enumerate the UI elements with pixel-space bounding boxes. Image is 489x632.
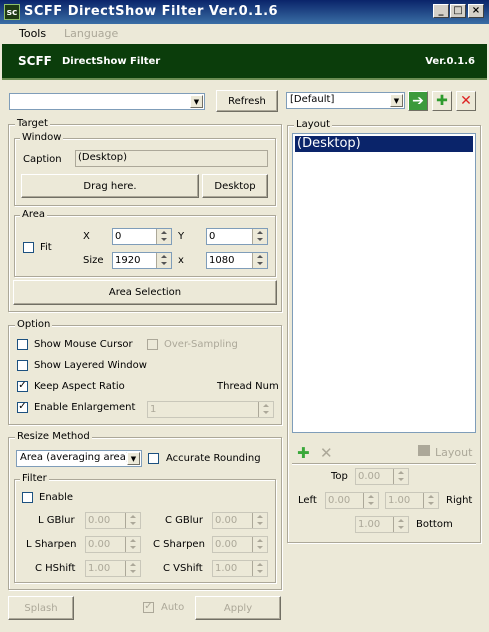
c-gblur-spinner[interactable]: 0.00 — [212, 512, 268, 529]
left-label: Left — [298, 495, 317, 506]
y-label: Y — [178, 231, 185, 242]
filter-enable-checkbox[interactable] — [22, 492, 33, 503]
show-layered-window-checkbox[interactable] — [17, 360, 28, 371]
layout-group-label: Layout — [294, 119, 332, 130]
load-profile-icon[interactable]: ➔ — [408, 91, 428, 111]
c-vshift-spinner[interactable]: 1.00 — [212, 560, 268, 577]
y-spinner[interactable]: 0 — [206, 228, 268, 245]
l-gblur-label: L GBlur — [38, 515, 75, 526]
top-spinner[interactable]: 0.00 — [355, 468, 409, 485]
x-spinner[interactable]: 0 — [112, 228, 172, 245]
title-bar: sc SCFF DirectShow Filter Ver.0.1.6 _ □ … — [0, 0, 489, 24]
option-group-label: Option — [15, 319, 53, 330]
chevron-down-icon: ▼ — [127, 452, 140, 465]
x-label: X — [83, 231, 90, 242]
profile-combo[interactable]: [Default] ▼ — [286, 92, 405, 109]
width-spinner[interactable]: 1920 — [112, 252, 172, 269]
process-combo[interactable]: ▼ — [9, 93, 205, 110]
minimize-button[interactable]: _ — [433, 4, 449, 18]
caption-label: Caption — [23, 154, 62, 165]
remove-layout-icon[interactable]: ✕ — [320, 444, 333, 462]
bottom-spinner[interactable]: 1.00 — [355, 516, 409, 533]
close-button[interactable]: × — [468, 4, 484, 18]
target-group-label: Target — [15, 118, 50, 129]
over-sampling-checkbox[interactable] — [147, 339, 158, 350]
resize-method-combo[interactable]: Area (averaging area) ▼ — [16, 450, 142, 467]
accurate-rounding-checkbox[interactable] — [148, 453, 159, 464]
c-gblur-label: C GBlur — [165, 515, 203, 526]
auto-label: Auto — [161, 602, 185, 613]
refresh-button[interactable]: Refresh — [216, 90, 278, 112]
filter-group-label: Filter — [20, 473, 49, 484]
right-spinner[interactable]: 1.00 — [385, 492, 439, 509]
auto-checkbox[interactable]: ✓ — [143, 602, 154, 613]
desktop-button[interactable]: Desktop — [202, 174, 268, 198]
l-sharpen-label: L Sharpen — [26, 539, 77, 550]
banner-brand: SCFF — [18, 54, 52, 68]
show-layered-window-label: Show Layered Window — [34, 360, 147, 371]
apply-button[interactable]: Apply — [195, 596, 281, 620]
maximize-button[interactable]: □ — [450, 4, 466, 18]
menu-tools[interactable]: Tools — [19, 27, 46, 40]
show-mouse-cursor-label: Show Mouse Cursor — [34, 339, 133, 350]
c-sharpen-spinner[interactable]: 0.00 — [212, 536, 268, 553]
bottom-label: Bottom — [416, 519, 453, 530]
accurate-rounding-label: Accurate Rounding — [166, 453, 261, 464]
menu-language[interactable]: Language — [64, 27, 118, 40]
resize-method-label: Resize Method — [15, 431, 92, 442]
layout-button[interactable]: Layout — [435, 446, 472, 459]
area-group-label: Area — [20, 209, 48, 220]
chevron-down-icon: ▼ — [190, 95, 203, 108]
thread-num-label: Thread Num — [217, 381, 279, 392]
c-sharpen-label: C Sharpen — [153, 539, 205, 550]
splash-button[interactable]: Splash — [8, 596, 74, 620]
c-vshift-label: C VShift — [163, 563, 203, 574]
thread-num-spinner[interactable]: 1 — [147, 401, 274, 418]
fit-checkbox[interactable] — [23, 242, 34, 253]
window-title: SCFF DirectShow Filter Ver.0.1.6 — [24, 4, 279, 19]
over-sampling-label: Over-Sampling — [164, 339, 238, 350]
banner-version: Ver.0.1.6 — [425, 56, 475, 67]
drag-here-button[interactable]: Drag here. — [21, 174, 199, 198]
l-sharpen-spinner[interactable]: 0.00 — [85, 536, 141, 553]
show-mouse-cursor-checkbox[interactable] — [17, 339, 28, 350]
menu-bar: Tools Language — [0, 24, 489, 44]
size-separator: x — [178, 255, 184, 266]
enable-enlargement-checkbox[interactable]: ✓ — [17, 402, 28, 413]
caption-field: (Desktop) — [75, 150, 268, 167]
delete-profile-icon[interactable]: ✕ — [456, 91, 476, 111]
top-label: Top — [331, 471, 348, 482]
chevron-down-icon: ▼ — [390, 94, 403, 107]
height-spinner[interactable]: 1080 — [206, 252, 268, 269]
area-selection-button[interactable]: Area Selection — [13, 280, 277, 305]
right-label: Right — [446, 495, 473, 506]
add-layout-icon[interactable]: ✚ — [297, 444, 310, 462]
left-spinner[interactable]: 0.00 — [325, 492, 379, 509]
layout-list-item[interactable]: (Desktop) — [295, 136, 473, 152]
size-label: Size — [83, 255, 104, 266]
c-hshift-spinner[interactable]: 1.00 — [85, 560, 141, 577]
divider — [292, 463, 476, 465]
fit-label: Fit — [40, 242, 52, 253]
add-profile-icon[interactable]: ✚ — [432, 91, 452, 111]
enable-enlargement-label: Enable Enlargement — [34, 402, 136, 413]
l-gblur-spinner[interactable]: 0.00 — [85, 512, 141, 529]
banner-subtitle: DirectShow Filter — [62, 56, 161, 67]
app-icon: sc — [4, 4, 20, 20]
filter-enable-label: Enable — [39, 492, 74, 503]
layout-list[interactable]: (Desktop) — [292, 133, 476, 433]
header-banner: SCFF DirectShow Filter Ver.0.1.6 — [2, 44, 487, 80]
keep-aspect-ratio-label: Keep Aspect Ratio — [34, 381, 125, 392]
window-group-label: Window — [20, 132, 64, 143]
layout-icon — [418, 445, 430, 456]
keep-aspect-ratio-checkbox[interactable]: ✓ — [17, 381, 28, 392]
c-hshift-label: C HShift — [35, 563, 76, 574]
